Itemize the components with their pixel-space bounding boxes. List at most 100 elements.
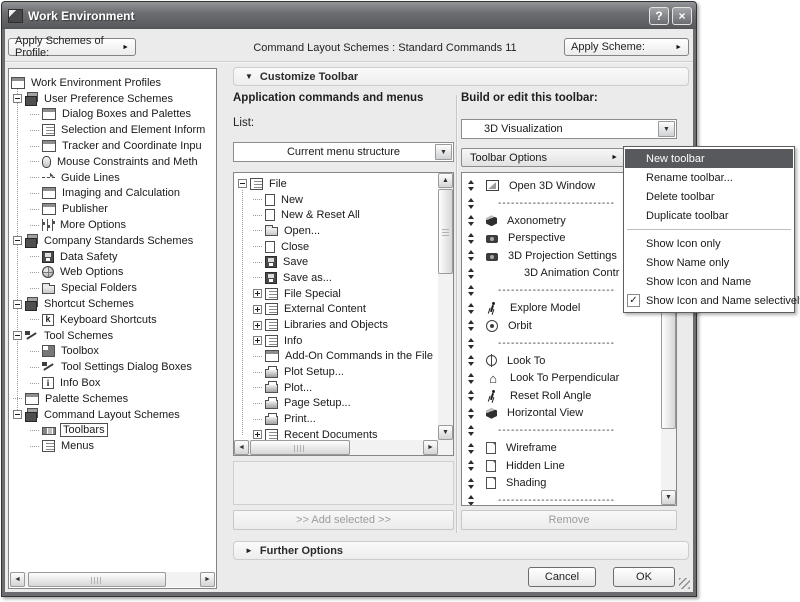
tree-item-tracker-and-coordinate-inpu[interactable]: Tracker and Coordinate Inpu xyxy=(10,138,215,154)
menu-item-new-toolbar[interactable]: New toolbar xyxy=(625,149,793,168)
expand-toggle-icon[interactable] xyxy=(253,305,262,314)
tree-item-keyboard-shortcuts[interactable]: kKeyboard Shortcuts xyxy=(10,312,215,328)
tree-item-info[interactable]: Info xyxy=(234,333,438,349)
scroll-up-arrow-icon[interactable]: ▲ xyxy=(438,173,453,188)
drag-handle-icon[interactable] xyxy=(468,233,475,244)
scroll-down-arrow-icon[interactable]: ▼ xyxy=(661,490,676,505)
toolbar-separator-row[interactable]: --------------------------- xyxy=(462,335,661,353)
close-button[interactable]: × xyxy=(672,7,692,25)
tree-item-save-as[interactable]: Save as... xyxy=(234,270,438,286)
menu-item-duplicate-toolbar[interactable]: Duplicate toolbar xyxy=(625,206,793,225)
tree-item-selection-and-element-inform[interactable]: Selection and Element Inform xyxy=(10,122,215,138)
menu-item-show-icon-and-name[interactable]: Show Icon and Name xyxy=(625,272,793,291)
tree-item-new-reset-all[interactable]: New & Reset All xyxy=(234,207,438,223)
tree-item-save[interactable]: Save xyxy=(234,254,438,270)
scrollbar-thumb[interactable] xyxy=(28,572,166,587)
toolbar-item-shading[interactable]: Shading xyxy=(462,475,661,493)
tree-item-shortcut-schemes[interactable]: Shortcut Schemes xyxy=(10,296,215,312)
collapse-toggle-icon[interactable] xyxy=(13,236,22,245)
toolbar-item-orbit[interactable]: Orbit xyxy=(462,317,661,335)
list-source-dropdown[interactable]: Current menu structure ▼ xyxy=(233,142,454,162)
help-button[interactable]: ? xyxy=(649,7,669,25)
toolbar-dropdown[interactable]: 3D Visualization ▼ xyxy=(461,119,677,139)
tree-item-user-preference-schemes[interactable]: User Preference Schemes xyxy=(10,91,215,107)
tree-item-info-box[interactable]: iInfo Box xyxy=(10,375,215,391)
drag-handle-icon[interactable] xyxy=(468,215,475,226)
drag-handle-icon[interactable] xyxy=(468,443,475,454)
tree-item-company-standards-schemes[interactable]: Company Standards Schemes xyxy=(10,233,215,249)
drag-handle-icon[interactable] xyxy=(468,373,475,384)
toolbar-item-hidden-line[interactable]: Hidden Line xyxy=(462,457,661,475)
menu-item-rename-toolbar[interactable]: Rename toolbar... xyxy=(625,168,793,187)
tree-item-add-on-commands-in-the-file[interactable]: Add-On Commands in the File xyxy=(234,349,438,365)
tree-item-tool-settings-dialog-boxes[interactable]: Tool Settings Dialog Boxes xyxy=(10,359,215,375)
collapse-toggle-icon[interactable] xyxy=(13,94,22,103)
scrollbar-thumb[interactable] xyxy=(438,189,453,274)
tree-item-toolbox[interactable]: Toolbox xyxy=(10,344,215,360)
menu-item-delete-toolbar[interactable]: Delete toolbar xyxy=(625,187,793,206)
tree-item-more-options[interactable]: More Options xyxy=(10,217,215,233)
tree-item-menus[interactable]: Menus xyxy=(10,438,215,454)
collapse-toggle-icon[interactable] xyxy=(13,300,22,309)
commands-horizontal-scrollbar[interactable]: ◄ ► xyxy=(234,440,438,455)
tree-item-plot[interactable]: Plot... xyxy=(234,380,438,396)
toolbar-item-horizontal-view[interactable]: Horizontal View xyxy=(462,405,661,423)
tree-item-libraries-and-objects[interactable]: Libraries and Objects xyxy=(234,317,438,333)
tree-item-guide-lines[interactable]: Guide Lines xyxy=(10,170,215,186)
tree-item-recent-documents[interactable]: Recent Documents xyxy=(234,427,438,440)
further-options-header[interactable]: ► Further Options xyxy=(233,541,689,560)
toolbar-item-reset-roll-angle[interactable]: Reset Roll Angle xyxy=(462,387,661,405)
collapse-toggle-icon[interactable] xyxy=(13,331,22,340)
titlebar[interactable]: Work Environment ? × xyxy=(2,2,696,29)
remove-button[interactable]: Remove xyxy=(461,510,677,530)
tree-item-open[interactable]: Open... xyxy=(234,223,438,239)
tree-item-command-layout-schemes[interactable]: Command Layout Schemes xyxy=(10,407,215,423)
toolbar-separator-row[interactable]: --------------------------- xyxy=(462,422,661,440)
drag-handle-icon[interactable] xyxy=(468,268,475,279)
cancel-button[interactable]: Cancel xyxy=(528,567,596,587)
commands-vertical-scrollbar[interactable]: ▲ ▼ xyxy=(438,173,453,440)
toolbar-item-look-to-perpendicular[interactable]: ⌂Look To Perpendicular xyxy=(462,370,661,388)
drag-handle-icon[interactable] xyxy=(468,180,475,191)
expand-toggle-icon[interactable] xyxy=(253,321,262,330)
scroll-down-arrow-icon[interactable]: ▼ xyxy=(438,425,453,440)
tree-item-dialog-boxes-and-palettes[interactable]: Dialog Boxes and Palettes xyxy=(10,107,215,123)
tree-item-mouse-constraints-and-meth[interactable]: Mouse Constraints and Meth xyxy=(10,154,215,170)
tree-item-palette-schemes[interactable]: Palette Schemes xyxy=(10,391,215,407)
tree-item-print[interactable]: Print... xyxy=(234,411,438,427)
drag-handle-icon[interactable] xyxy=(468,338,475,349)
drag-handle-icon[interactable] xyxy=(468,495,475,505)
scroll-right-arrow-icon[interactable]: ► xyxy=(200,572,215,587)
drag-handle-icon[interactable] xyxy=(468,320,475,331)
tree-item-work-environment-profiles[interactable]: Work Environment Profiles xyxy=(10,75,215,91)
menu-item-show-icon-only[interactable]: Show Icon only xyxy=(625,234,793,253)
tree-item-special-folders[interactable]: Special Folders xyxy=(10,280,215,296)
expand-toggle-icon[interactable] xyxy=(253,289,262,298)
drag-handle-icon[interactable] xyxy=(468,303,475,314)
tree-item-page-setup[interactable]: Page Setup... xyxy=(234,396,438,412)
menu-item-show-icon-and-name-selectively[interactable]: ✓Show Icon and Name selectively xyxy=(625,291,793,310)
drag-handle-icon[interactable] xyxy=(468,390,475,401)
drag-handle-icon[interactable] xyxy=(468,285,475,296)
apply-schemes-of-profile-button[interactable]: Apply Schemes of Profile: ► xyxy=(8,38,136,56)
tree-item-web-options[interactable]: Web Options xyxy=(10,265,215,281)
tree-item-tool-schemes[interactable]: Tool Schemes xyxy=(10,328,215,344)
toolbar-separator-row[interactable]: --------------------------- xyxy=(462,492,661,505)
chevron-down-icon[interactable]: ▼ xyxy=(658,121,675,137)
customize-toolbar-header[interactable]: ▼ Customize Toolbar xyxy=(233,67,689,86)
menu-item-show-name-only[interactable]: Show Name only xyxy=(625,253,793,272)
add-selected-button[interactable]: >> Add selected >> xyxy=(233,510,454,530)
tree-item-file[interactable]: File xyxy=(234,176,438,192)
toolbar-item-look-to[interactable]: Look To xyxy=(462,352,661,370)
drag-handle-icon[interactable] xyxy=(468,250,475,261)
expand-toggle-icon[interactable] xyxy=(253,430,262,439)
tree-item-publisher[interactable]: Publisher xyxy=(10,201,215,217)
tree-item-external-content[interactable]: External Content xyxy=(234,302,438,318)
collapse-toggle-icon[interactable] xyxy=(238,179,247,188)
drag-handle-icon[interactable] xyxy=(468,408,475,419)
tree-item-close[interactable]: Close xyxy=(234,239,438,255)
scroll-right-arrow-icon[interactable]: ► xyxy=(423,440,438,455)
tree-item-plot-setup[interactable]: Plot Setup... xyxy=(234,364,438,380)
apply-scheme-button[interactable]: Apply Scheme: ► xyxy=(564,38,689,56)
scrollbar-thumb[interactable] xyxy=(250,440,350,455)
